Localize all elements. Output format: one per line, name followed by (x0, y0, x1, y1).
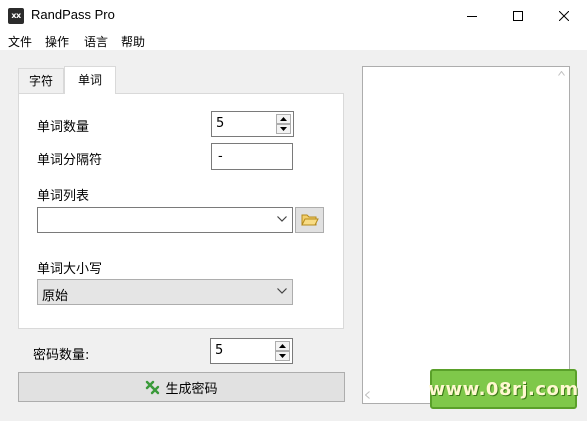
separator-value: - (218, 149, 223, 164)
chevron-down-icon (277, 216, 287, 222)
scroll-left-icon[interactable] (365, 391, 370, 399)
minimize-icon (467, 15, 477, 17)
generate-label: 生成密码 (165, 381, 218, 397)
word-list-label: 单词列表 (37, 189, 90, 204)
close-icon (559, 10, 569, 21)
case-value: 原始 (42, 289, 69, 304)
tab-words[interactable]: 单词 (64, 66, 116, 94)
folder-icon (300, 214, 319, 226)
generate-passwords-button[interactable]: 生成密码 (18, 372, 345, 402)
case-select[interactable]: 原始 (37, 279, 293, 305)
words-panel: 单词数量 5 单词分隔符 - 单词列表 单词大小写 原始 (18, 93, 344, 329)
menu-action[interactable]: 操作 (45, 33, 69, 50)
watermark-badge: www.08rj.com (428, 369, 579, 409)
separator-label: 单词分隔符 (37, 153, 103, 168)
generate-icon (146, 380, 160, 395)
word-count-label: 单词数量 (37, 120, 90, 135)
password-count-down[interactable] (275, 351, 290, 361)
scroll-up-icon[interactable] (558, 71, 565, 76)
tab-characters[interactable]: 字符 (18, 68, 64, 93)
password-count-spinner[interactable]: 5 (210, 338, 293, 364)
password-count-value: 5 (215, 343, 224, 358)
arrow-down-icon (279, 354, 286, 358)
window-title: RandPass Pro (31, 7, 115, 22)
password-output-area[interactable] (362, 66, 570, 404)
menu-bar: 文件 操作 语言 帮助 (0, 31, 587, 50)
menu-help[interactable]: 帮助 (121, 33, 145, 50)
close-button[interactable] (541, 0, 587, 31)
maximize-icon (513, 10, 523, 21)
separator-input[interactable]: - (211, 143, 293, 170)
menu-language[interactable]: 语言 (84, 33, 108, 50)
word-list-select[interactable] (37, 207, 293, 233)
maximize-button[interactable] (495, 0, 541, 31)
word-count-spinner[interactable]: 5 (211, 111, 294, 137)
chevron-down-icon (277, 288, 287, 294)
browse-word-list-button[interactable] (295, 207, 324, 233)
arrow-down-icon (280, 127, 287, 131)
password-count-up[interactable] (275, 341, 290, 351)
password-count-label: 密码数量: (33, 348, 90, 363)
menu-file[interactable]: 文件 (8, 33, 32, 50)
case-label: 单词大小写 (37, 262, 103, 277)
word-count-up[interactable] (276, 114, 291, 124)
watermark-text: www.08rj.com (428, 378, 579, 400)
word-count-value: 5 (216, 116, 225, 131)
minimize-button[interactable] (449, 0, 495, 31)
arrow-up-icon (279, 344, 286, 348)
word-count-down[interactable] (276, 124, 291, 134)
title-bar: xx RandPass Pro (0, 0, 587, 31)
arrow-up-icon (280, 117, 287, 121)
app-icon: xx (8, 8, 24, 24)
